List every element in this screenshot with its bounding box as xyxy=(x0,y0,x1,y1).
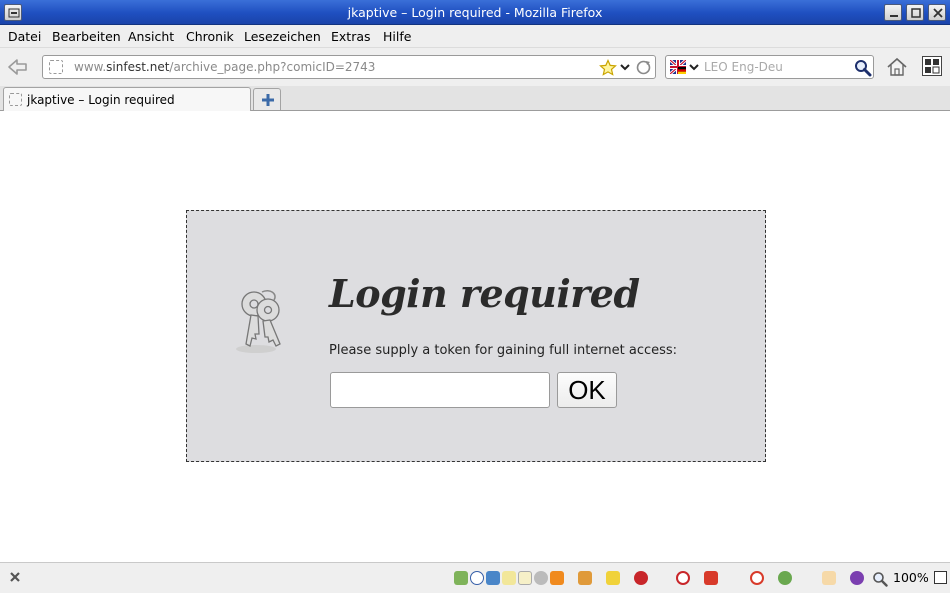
menu-bearbeiten[interactable]: Bearbeiten xyxy=(52,29,121,44)
menu-chronik[interactable]: Chronik xyxy=(186,29,234,44)
gear-icon[interactable] xyxy=(534,571,548,585)
keys-icon xyxy=(236,289,281,353)
tab-label: jkaptive – Login required xyxy=(27,93,175,107)
reload-icon[interactable] xyxy=(635,59,652,76)
login-heading: Login required xyxy=(329,271,640,316)
leo-search-engine-icon[interactable] xyxy=(670,60,686,74)
ok-button[interactable]: OK xyxy=(557,372,617,408)
download-icon[interactable] xyxy=(454,571,468,585)
flashblock-icon[interactable] xyxy=(750,571,764,585)
login-box: Login required Please supply a token for… xyxy=(186,210,766,462)
back-arrow-icon[interactable] xyxy=(6,56,30,78)
status-bar: 100% xyxy=(0,562,950,593)
window-titlebar: jkaptive – Login required - Mozilla Fire… xyxy=(0,0,950,25)
tab-bar: jkaptive – Login required xyxy=(0,86,950,111)
url-bar[interactable]: www.sinfest.net/archive_page.php?comicID… xyxy=(42,55,656,79)
page-content: Login required Please supply a token for… xyxy=(0,111,950,562)
url-text[interactable]: www.sinfest.net/archive_page.php?comicID… xyxy=(74,60,375,74)
puzzle-grid-icon xyxy=(925,59,940,74)
new-tab-button[interactable] xyxy=(253,88,281,110)
page-icon[interactable] xyxy=(518,571,532,585)
home-icon[interactable] xyxy=(886,57,908,77)
close-icon xyxy=(933,8,943,18)
close-window-button[interactable] xyxy=(928,4,946,21)
search-icon[interactable] xyxy=(854,59,872,77)
menu-ansicht[interactable]: Ansicht xyxy=(128,29,174,44)
rss-icon[interactable] xyxy=(550,571,564,585)
addon-toolbar-icon[interactable] xyxy=(922,56,942,76)
zoom-level: 100% xyxy=(893,570,929,585)
search-bar[interactable]: LEO Eng-Deu xyxy=(665,55,874,79)
menu-datei[interactable]: Datei xyxy=(8,29,41,44)
page-favicon-icon xyxy=(49,60,63,74)
block-icon[interactable] xyxy=(676,571,690,585)
login-prompt: Please supply a token for gaining full i… xyxy=(329,343,678,358)
close-statusbar-icon[interactable] xyxy=(8,570,22,584)
noscript-icon[interactable] xyxy=(704,571,718,585)
tab-login-required[interactable]: jkaptive – Login required xyxy=(3,87,251,111)
token-input[interactable] xyxy=(330,372,550,408)
bookmark-star-icon[interactable] xyxy=(599,59,617,77)
screen-icon[interactable] xyxy=(486,571,500,585)
sidebar-icon[interactable] xyxy=(822,571,836,585)
search-engine-dropdown-icon[interactable] xyxy=(688,61,700,73)
maximize-icon xyxy=(911,8,921,18)
globe-icon[interactable] xyxy=(778,571,792,585)
addon-icon[interactable] xyxy=(850,571,864,585)
pencil-icon[interactable] xyxy=(606,571,620,585)
resize-grip-icon[interactable] xyxy=(934,571,947,584)
adblock-icon[interactable] xyxy=(634,571,648,585)
note-icon[interactable] xyxy=(502,571,516,585)
navigation-toolbar: www.sinfest.net/archive_page.php?comicID… xyxy=(0,48,950,86)
url-history-dropdown-icon[interactable] xyxy=(619,60,631,74)
menu-bar: Datei Bearbeiten Ansicht Chronik Lesezei… xyxy=(0,25,950,48)
search-input[interactable]: LEO Eng-Deu xyxy=(704,60,783,74)
clock-icon[interactable] xyxy=(470,571,484,585)
maximize-button[interactable] xyxy=(906,4,924,21)
menu-extras[interactable]: Extras xyxy=(331,29,371,44)
tab-favicon-icon xyxy=(9,93,22,106)
menu-lesezeichen[interactable]: Lesezeichen xyxy=(244,29,321,44)
plus-icon xyxy=(262,94,274,106)
window-title: jkaptive – Login required - Mozilla Fire… xyxy=(347,5,603,20)
menu-hilfe[interactable]: Hilfe xyxy=(383,29,411,44)
minimize-button[interactable] xyxy=(884,4,902,21)
minimize-icon xyxy=(890,15,898,17)
figure-icon[interactable] xyxy=(578,571,592,585)
zoom-icon[interactable] xyxy=(872,571,888,587)
